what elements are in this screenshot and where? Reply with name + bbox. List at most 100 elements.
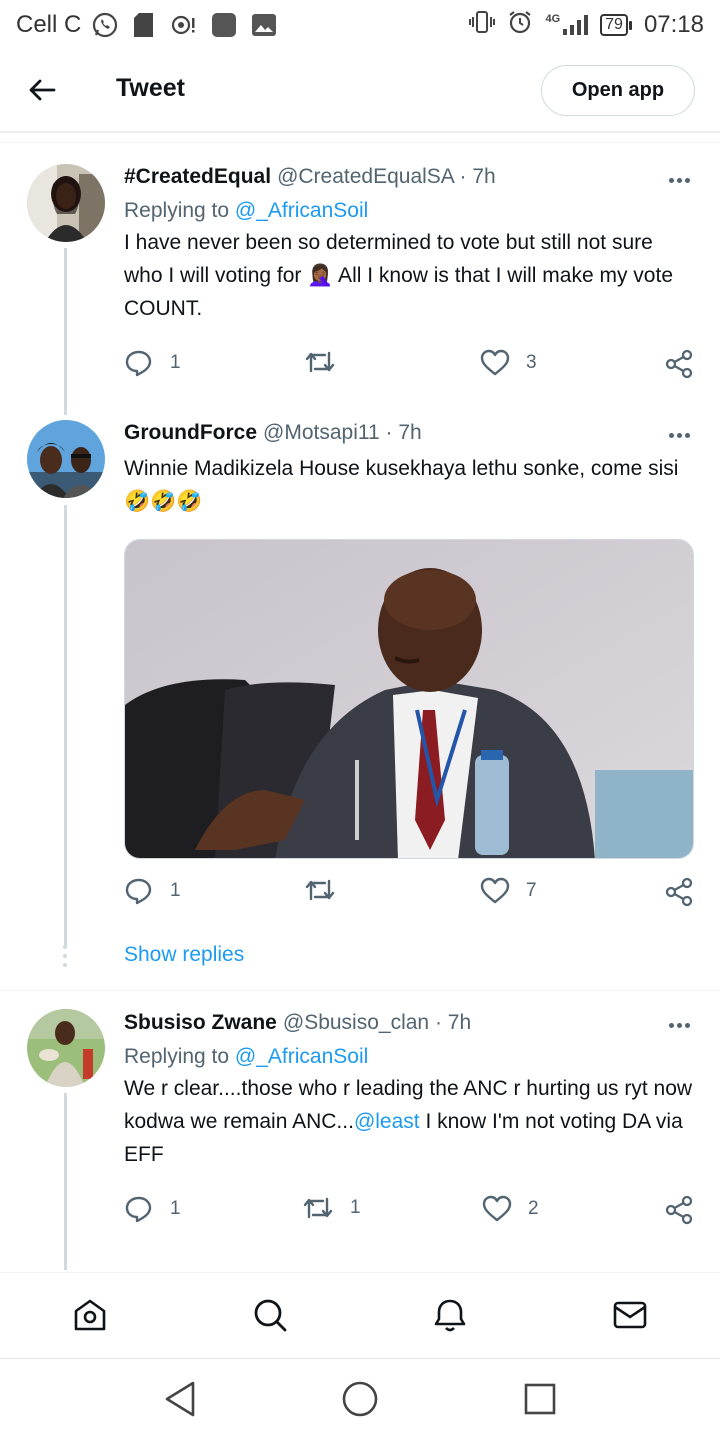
tweet-text: I have never been so determined to vote … [124,231,673,320]
mention-link[interactable]: @least [354,1110,420,1133]
network-type-label: 4G [545,13,561,25]
tweet-photo[interactable] [124,539,694,859]
tweet-text: Winnie Madikizela House kusekhaya lethu … [124,457,679,513]
retweet-button[interactable] [304,877,352,903]
gallery-icon [251,13,277,37]
reply-count: 1 [170,1198,181,1219]
signal-icon: 4G [545,13,589,36]
show-replies-link[interactable]: Show replies [124,943,244,967]
replying-to: Replying to @_AfricanSoil [124,198,694,224]
clock: 07:18 [643,11,704,38]
whatsapp-icon [91,11,119,39]
app-bar: Tweet Open app [0,50,720,132]
like-button[interactable]: 2 [482,1195,539,1223]
avatar[interactable] [27,1009,105,1087]
bottom-navigation [0,1272,720,1358]
retweet-button[interactable] [304,349,352,375]
battery-level: 79 [600,14,628,36]
like-count: 3 [526,352,537,373]
like-count: 7 [526,880,537,901]
tweet-groundforce[interactable]: GroundForce @Motsapi11 · 7h Winnie Madik… [0,415,720,990]
replying-to: Replying to @_AfricanSoil [124,1044,694,1070]
reply-count: 1 [170,880,181,901]
home-circle-icon[interactable] [340,1379,380,1419]
messages-icon[interactable] [610,1295,650,1335]
avatar[interactable] [27,420,105,498]
heart-icon [482,1195,512,1223]
avatar[interactable] [27,164,105,242]
heart-icon [480,877,510,905]
home-icon[interactable] [70,1295,110,1335]
more-options-icon[interactable] [664,170,694,190]
like-count: 2 [528,1198,539,1219]
thread-dots [63,945,68,967]
heart-icon [480,349,510,377]
tweet-text: We r clear....those who r leading the AN… [124,1072,694,1171]
reply-count: 1 [170,352,181,373]
status-bar: Cell C 4G 79 07:18 [0,0,720,50]
share-button[interactable] [664,877,694,907]
reply-button[interactable]: 1 [124,349,181,377]
tweet-body: Sbusiso Zwane @Sbusiso_clan · 7h Replyin… [124,1010,694,1171]
thread-line [64,248,67,415]
hotspot-icon [169,12,197,38]
handle-time: @Sbusiso_clan · 7h [282,1011,472,1034]
handle-time: @Motsapi11 · 7h [263,421,422,444]
search-icon[interactable] [250,1295,290,1335]
reply-icon [124,877,154,905]
like-button[interactable]: 3 [480,349,537,377]
system-navigation-bar [0,1358,720,1440]
reply-button[interactable]: 1 [124,877,181,905]
share-button[interactable] [664,349,694,379]
divider [0,142,720,143]
recents-square-icon[interactable] [520,1379,560,1419]
retweet-button[interactable]: 1 [302,1195,361,1221]
display-name[interactable]: #CreatedEqual [124,164,271,190]
more-options-icon[interactable] [664,425,694,445]
like-button[interactable]: 7 [480,877,537,905]
alarm-icon [507,9,533,42]
share-icon [664,877,694,907]
replying-prefix: Replying to [124,1045,230,1068]
tweet-sbusiso-zwane[interactable]: Sbusiso Zwane @Sbusiso_clan · 7h Replyin… [0,1005,720,1270]
sd-card-icon [133,12,155,38]
retweet-icon [302,1195,334,1221]
thread-line [64,505,67,947]
notifications-icon[interactable] [430,1295,470,1335]
reply-icon [124,1195,154,1223]
vibrate-icon [469,10,496,41]
app-notification-icon [211,12,237,38]
display-name[interactable]: Sbusiso Zwane [124,1010,277,1036]
divider [0,990,720,991]
tweet-actions: 1 1 2 [124,1195,696,1229]
back-triangle-icon[interactable] [160,1379,200,1419]
replying-mention[interactable]: @_AfricanSoil [235,1045,368,1068]
thread-line [64,1093,67,1270]
tweet-header: #CreatedEqual @CreatedEqualSA · 7h [124,164,694,190]
tweet-body: #CreatedEqual @CreatedEqualSA · 7h Reply… [124,164,694,325]
tweet-body: GroundForce @Motsapi11 · 7h Winnie Madik… [124,420,694,518]
battery-icon: 79 [600,14,632,36]
open-app-button[interactable]: Open app [541,65,695,116]
tweet-actions: 1 3 [124,349,696,383]
replying-prefix: Replying to [124,199,230,222]
page-title: Tweet [116,74,185,102]
display-name[interactable]: GroundForce [124,420,257,446]
tweet-header: GroundForce @Motsapi11 · 7h [124,420,694,446]
share-icon [664,349,694,379]
retweet-icon [304,349,336,375]
retweet-icon [304,877,336,903]
reply-icon [124,349,154,377]
retweet-count: 1 [350,1197,361,1218]
reply-button[interactable]: 1 [124,1195,181,1223]
back-arrow-icon[interactable] [26,74,58,106]
replying-mention[interactable]: @_AfricanSoil [235,199,368,222]
tweet-actions: 1 7 [124,877,696,911]
share-button[interactable] [664,1195,694,1225]
carrier-label: Cell C [16,11,82,38]
tweet-created-equal[interactable]: #CreatedEqual @CreatedEqualSA · 7h Reply… [0,160,720,415]
tweet-header: Sbusiso Zwane @Sbusiso_clan · 7h [124,1010,694,1036]
handle-time: @CreatedEqualSA · 7h [277,165,496,188]
share-icon [664,1195,694,1225]
more-options-icon[interactable] [664,1015,694,1035]
